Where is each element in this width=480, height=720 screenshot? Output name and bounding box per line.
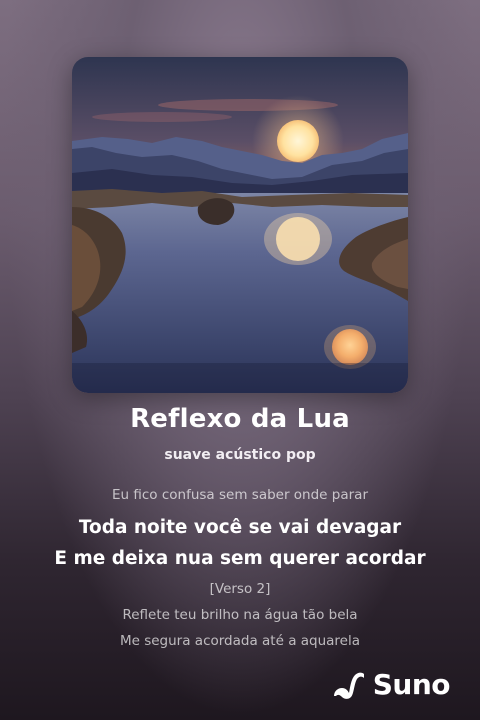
suno-logo: Suno: [332, 668, 451, 701]
lyric-line-past: Eu fico confusa sem saber onde parar: [112, 487, 368, 503]
lyric-section-label: [Verso 2]: [209, 581, 271, 597]
lyric-line-current: E me deixa nua sem querer acordar: [54, 548, 426, 569]
song-style-tags: suave acústico pop: [164, 447, 316, 463]
suno-logo-icon: [333, 672, 364, 699]
song-artwork: [72, 57, 408, 393]
brand-name: Suno: [372, 668, 451, 701]
lyric-line-current: Toda noite você se vai devagar: [78, 517, 402, 538]
lyrics-panel: Eu fico confusa sem saber onde parar Tod…: [0, 482, 480, 654]
lyric-line-upcoming: Reflete teu brilho na água tão bela: [122, 607, 358, 623]
lyric-line-upcoming: Me segura acordada até a aquarela: [119, 633, 361, 649]
song-title: Reflexo da Lua: [130, 404, 350, 434]
